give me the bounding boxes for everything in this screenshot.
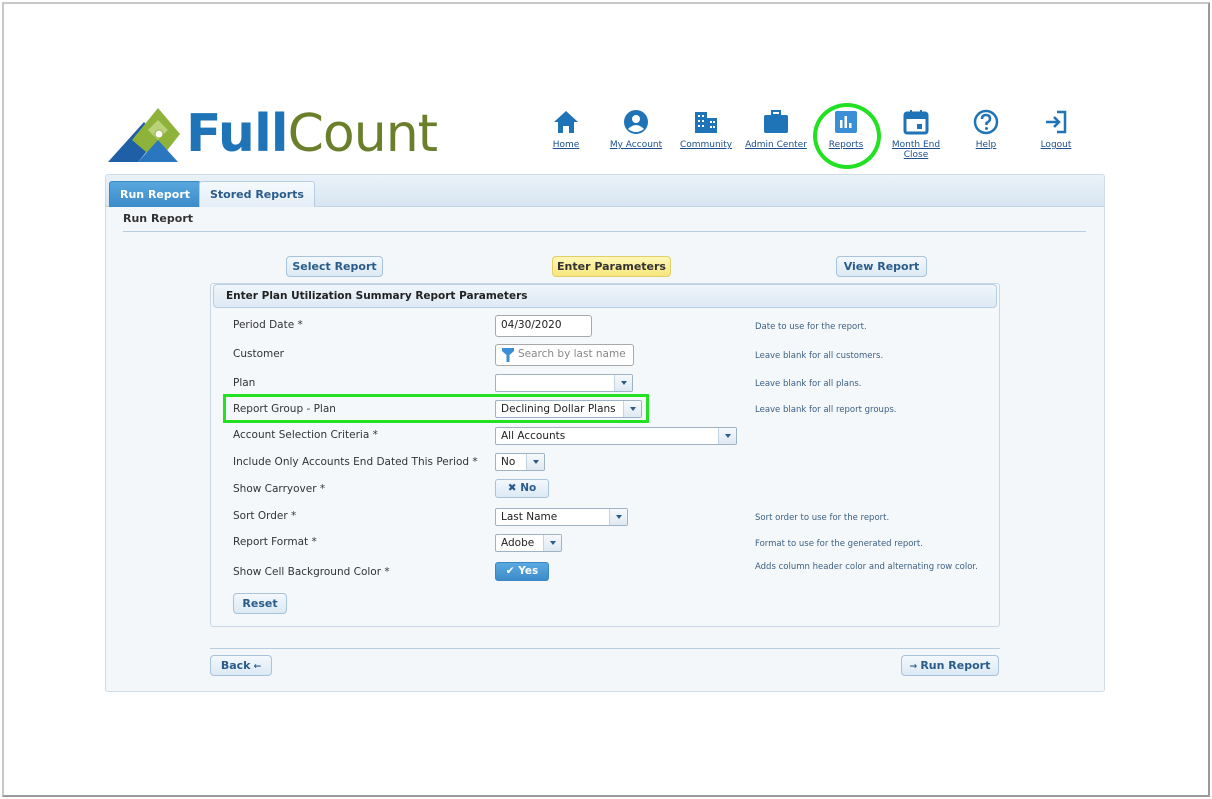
plan-select[interactable] [495,374,633,392]
briefcase-icon [764,110,788,133]
customer-placeholder: Search by last name [518,348,626,360]
user-icon [624,110,648,134]
page-title: Run Report [123,212,194,225]
arrow-right-icon: → [909,662,921,672]
chevron-down-icon[interactable] [609,509,627,525]
logo-house-icon [108,108,180,162]
chevron-down-icon[interactable] [718,428,736,444]
nav-home[interactable]: Home [526,108,606,150]
report-format-label: Report Format * [233,536,317,548]
report-format-hint: Format to use for the generated report. [755,539,923,549]
cell-bg-label: Show Cell Background Color * [233,566,390,578]
sort-order-value: Last Name [501,511,558,523]
period-date-hint: Date to use for the report. [755,322,867,332]
end-dated-value: No [501,456,516,468]
filter-icon [502,348,514,362]
logo-text: FullCount [186,104,438,164]
run-report-label: Run Report [920,659,991,672]
plan-label: Plan [233,377,256,389]
home-icon [554,111,578,133]
reset-button[interactable]: Reset [233,593,287,614]
nav-home-label[interactable]: Home [526,140,606,150]
cell-bg-hint: Adds column header color and alternating… [755,562,978,572]
customer-hint: Leave blank for all customers. [755,351,884,361]
end-dated-label: Include Only Accounts End Dated This Per… [233,456,478,468]
nav-community[interactable]: Community [666,108,746,150]
nav-logout[interactable]: Logout [1016,108,1096,150]
customer-search-input[interactable]: Search by last name [495,344,634,366]
report-group-highlight-box [223,394,649,423]
footer-divider [210,648,1000,649]
logout-icon [1046,110,1067,134]
show-carryover-label: Show Carryover * [233,483,326,495]
form-header: Enter Plan Utilization Summary Report Pa… [213,284,997,308]
calendar-icon [903,110,929,135]
sort-order-select[interactable]: Last Name [495,508,628,526]
check-icon: ✔ [505,565,519,577]
reports-highlight-circle [813,103,881,169]
tab-bar: Run Report Stored Reports [106,175,1104,207]
show-carryover-toggle[interactable]: ✖ No [495,479,549,498]
fullcount-logo: FullCount [108,100,438,166]
account-selection-select[interactable]: All Accounts [495,427,737,445]
plan-hint: Leave blank for all plans. [755,379,862,389]
account-selection-value: All Accounts [501,430,566,442]
back-button[interactable]: Back ← [210,655,272,676]
back-label: Back [220,659,251,672]
tab-run-report[interactable]: Run Report [109,181,202,207]
step-enter-parameters[interactable]: Enter Parameters [552,256,671,277]
nav-help[interactable]: Help [946,108,1026,150]
tab-stored-reports[interactable]: Stored Reports [199,181,315,207]
step-view-report[interactable]: View Report [836,256,927,277]
show-carryover-value: No [520,482,537,494]
report-format-value: Adobe [501,537,535,549]
chevron-down-icon[interactable] [526,454,544,470]
report-group-hint: Leave blank for all report groups. [755,405,897,415]
cell-bg-value: Yes [518,565,539,577]
period-date-label: Period Date * [233,319,303,331]
nav-admin-center[interactable]: Admin Center [736,108,816,150]
cell-bg-toggle[interactable]: ✔ Yes [495,562,549,581]
close-icon: ✖ [507,482,521,494]
chevron-down-icon[interactable] [614,375,632,391]
nav-my-account[interactable]: My Account [596,108,676,150]
end-dated-select[interactable]: No [495,453,545,471]
nav-month-end-close-label[interactable]: Month End Close [890,140,942,160]
chevron-down-icon[interactable] [543,535,561,551]
sort-order-hint: Sort order to use for the report. [755,513,890,523]
nav-community-label[interactable]: Community [666,140,746,150]
sort-order-label: Sort Order * [233,510,297,522]
period-date-input[interactable]: 04/30/2020 [495,315,592,337]
help-icon [973,109,999,135]
arrow-left-icon: ← [250,662,262,672]
customer-label: Customer [233,348,285,360]
report-format-select[interactable]: Adobe [495,534,562,552]
run-report-button[interactable]: → Run Report [901,655,999,676]
building-icon [695,112,717,133]
nav-help-label[interactable]: Help [946,140,1026,150]
account-selection-label: Account Selection Criteria * [233,429,378,441]
step-select-report[interactable]: Select Report [286,256,383,277]
nav-admin-center-label[interactable]: Admin Center [736,140,816,150]
nav-month-end-close[interactable]: Month End Close [876,108,956,160]
nav-my-account-label[interactable]: My Account [596,140,676,150]
title-divider [123,231,1086,232]
nav-logout-label[interactable]: Logout [1016,140,1096,150]
